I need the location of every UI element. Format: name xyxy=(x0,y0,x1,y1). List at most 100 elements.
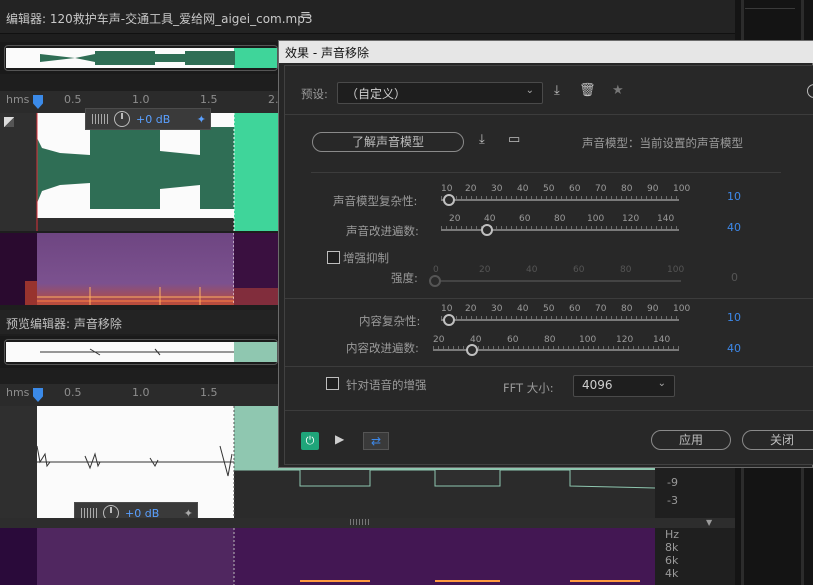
learn-model-label: 了解声音模型 xyxy=(351,135,424,149)
scale-tick: 30 xyxy=(491,184,503,194)
chevron-down-icon: ⌄ xyxy=(525,85,534,96)
dialog-title-bar[interactable]: 效果 - 声音移除 xyxy=(279,41,813,63)
ruler-tick: 1.0 xyxy=(132,93,150,106)
preset-select[interactable]: （自定义） ⌄ xyxy=(337,82,543,104)
close-label: 关闭 xyxy=(769,433,794,447)
hz-tick: 6k xyxy=(665,554,679,567)
content-passes-label: 内容改进遍数: xyxy=(346,341,419,355)
level-bars-icon xyxy=(92,114,108,124)
scale-tick: 10 xyxy=(441,184,453,194)
editor-title[interactable]: 编辑器: 120救护车声-交通工具_爱给网_aigei_com.mp3 xyxy=(6,10,313,27)
preset-label: 预设: xyxy=(301,87,328,101)
info-icon[interactable]: i xyxy=(807,84,813,98)
preset-value: （自定义） xyxy=(346,87,407,101)
ruler-tick: 1.0 xyxy=(132,386,150,399)
preview-overview-scrollbar[interactable] xyxy=(4,339,278,365)
scale-tick: 60 xyxy=(569,304,581,314)
divider xyxy=(745,8,795,9)
ruler-tick: 1.5 xyxy=(200,93,218,106)
model-complexity-label: 声音模型复杂性: xyxy=(333,194,418,208)
model-passes-thumb[interactable] xyxy=(481,224,493,236)
model-status: 声音模型：当前设置的声音模型 xyxy=(582,136,743,150)
audition-workspace: 编辑器: 120救护车声-交通工具_爱给网_aigei_com.mp3 ≡ hm… xyxy=(0,0,813,585)
content-passes-value[interactable]: 40 xyxy=(727,342,741,355)
strength-label: 强度: xyxy=(391,271,418,285)
content-complexity-value[interactable]: 10 xyxy=(727,311,741,324)
db-tick: -3 xyxy=(667,494,678,507)
play-icon[interactable]: ▶ xyxy=(335,432,344,446)
ruler-tick: 2. xyxy=(268,93,279,106)
waveform-panel[interactable]: +0 dB ✦ xyxy=(0,108,278,231)
playhead-marker[interactable] xyxy=(33,95,43,109)
preview-time-ruler[interactable]: hms 0.5 1.0 1.5 xyxy=(0,384,278,406)
playhead-marker[interactable] xyxy=(33,388,43,402)
model-passes-value[interactable]: 40 xyxy=(727,221,741,234)
preview-spectral-panel[interactable] xyxy=(0,528,655,585)
dialog-title: 效果 - 声音移除 xyxy=(285,46,369,60)
toggle-view-icon[interactable] xyxy=(4,117,14,127)
preview-overview-waveform xyxy=(6,342,277,362)
content-complexity-thumb[interactable] xyxy=(443,314,455,326)
divider xyxy=(285,366,813,367)
pin-icon[interactable]: ✦ xyxy=(197,113,210,126)
volume-knob[interactable] xyxy=(114,111,130,127)
overview-waveform xyxy=(6,48,277,68)
divider xyxy=(311,172,781,173)
spectral-panel[interactable] xyxy=(0,233,278,305)
hz-unit: Hz xyxy=(665,528,680,541)
scale-tick: 80 xyxy=(554,214,566,224)
scale-tick: 40 xyxy=(517,304,529,314)
learn-model-button[interactable]: 了解声音模型 xyxy=(312,132,464,152)
loop-icon[interactable]: ⇄ xyxy=(363,432,389,450)
speech-enhance-label[interactable]: 针对语音的增强 xyxy=(346,377,427,393)
model-passes-track[interactable] xyxy=(441,229,679,231)
model-complexity-value[interactable]: 10 xyxy=(727,190,741,203)
grip-icon xyxy=(350,519,370,525)
scale-tick: 90 xyxy=(647,304,659,314)
open-folder-icon[interactable]: ▭ xyxy=(508,132,520,147)
ruler-unit: hms xyxy=(6,93,30,106)
panel-splitter[interactable]: ▼ xyxy=(0,518,735,528)
close-button[interactable]: 关闭 xyxy=(742,430,813,450)
speech-enhance-checkbox[interactable] xyxy=(326,377,339,390)
editor-overview-bar xyxy=(0,42,278,74)
model-passes-label: 声音改进遍数: xyxy=(346,224,419,238)
model-complexity-thumb[interactable] xyxy=(443,194,455,206)
level-bars-icon xyxy=(81,508,97,518)
scale-tick: 60 xyxy=(569,184,581,194)
power-toggle-icon[interactable]: ⏻ xyxy=(301,432,319,450)
save-model-icon[interactable]: ⤓ xyxy=(479,132,485,147)
content-complexity-track[interactable] xyxy=(441,319,679,321)
scale-tick: 120 xyxy=(622,214,640,224)
db-tick: -9 xyxy=(667,476,678,489)
scale-tick: 50 xyxy=(543,184,555,194)
divider xyxy=(285,114,813,115)
enhance-suppress-label[interactable]: 增强抑制 xyxy=(343,250,389,266)
ruler-tick: 1.5 xyxy=(200,386,218,399)
scale-tick: 10 xyxy=(441,304,453,314)
volume-value[interactable]: +0 dB xyxy=(136,113,170,126)
overview-scrollbar[interactable] xyxy=(4,45,278,71)
favorite-star-icon[interactable]: ★ xyxy=(612,83,624,98)
hamburger-icon[interactable]: ≡ xyxy=(300,8,311,23)
content-complexity-label: 内容复杂性: xyxy=(359,314,421,328)
delete-preset-icon[interactable]: 🗑 xyxy=(579,83,596,98)
hud-volume: +0 dB ✦ xyxy=(85,108,211,130)
ruler-unit: hms xyxy=(6,386,30,399)
hz-tick: 8k xyxy=(665,541,679,554)
scale-tick: 90 xyxy=(647,184,659,194)
content-passes-thumb[interactable] xyxy=(466,344,478,356)
model-complexity-track[interactable] xyxy=(441,199,679,201)
scale-tick: 100 xyxy=(673,304,691,314)
fft-select[interactable]: 4096 ⌄ xyxy=(573,375,675,397)
spectrogram xyxy=(0,233,278,305)
apply-button[interactable]: 应用 xyxy=(651,430,731,450)
scale-tick: 60 xyxy=(507,335,519,345)
chevron-down-icon[interactable]: ▼ xyxy=(706,518,712,527)
scale-tick: 20 xyxy=(465,184,477,194)
save-preset-icon[interactable]: ⤓ xyxy=(554,83,560,98)
hz-scale: Hz 8k 6k 4k xyxy=(655,528,735,585)
chevron-down-icon: ⌄ xyxy=(657,378,666,389)
scale-tick: 30 xyxy=(491,304,503,314)
enhance-suppress-checkbox[interactable] xyxy=(327,251,340,264)
